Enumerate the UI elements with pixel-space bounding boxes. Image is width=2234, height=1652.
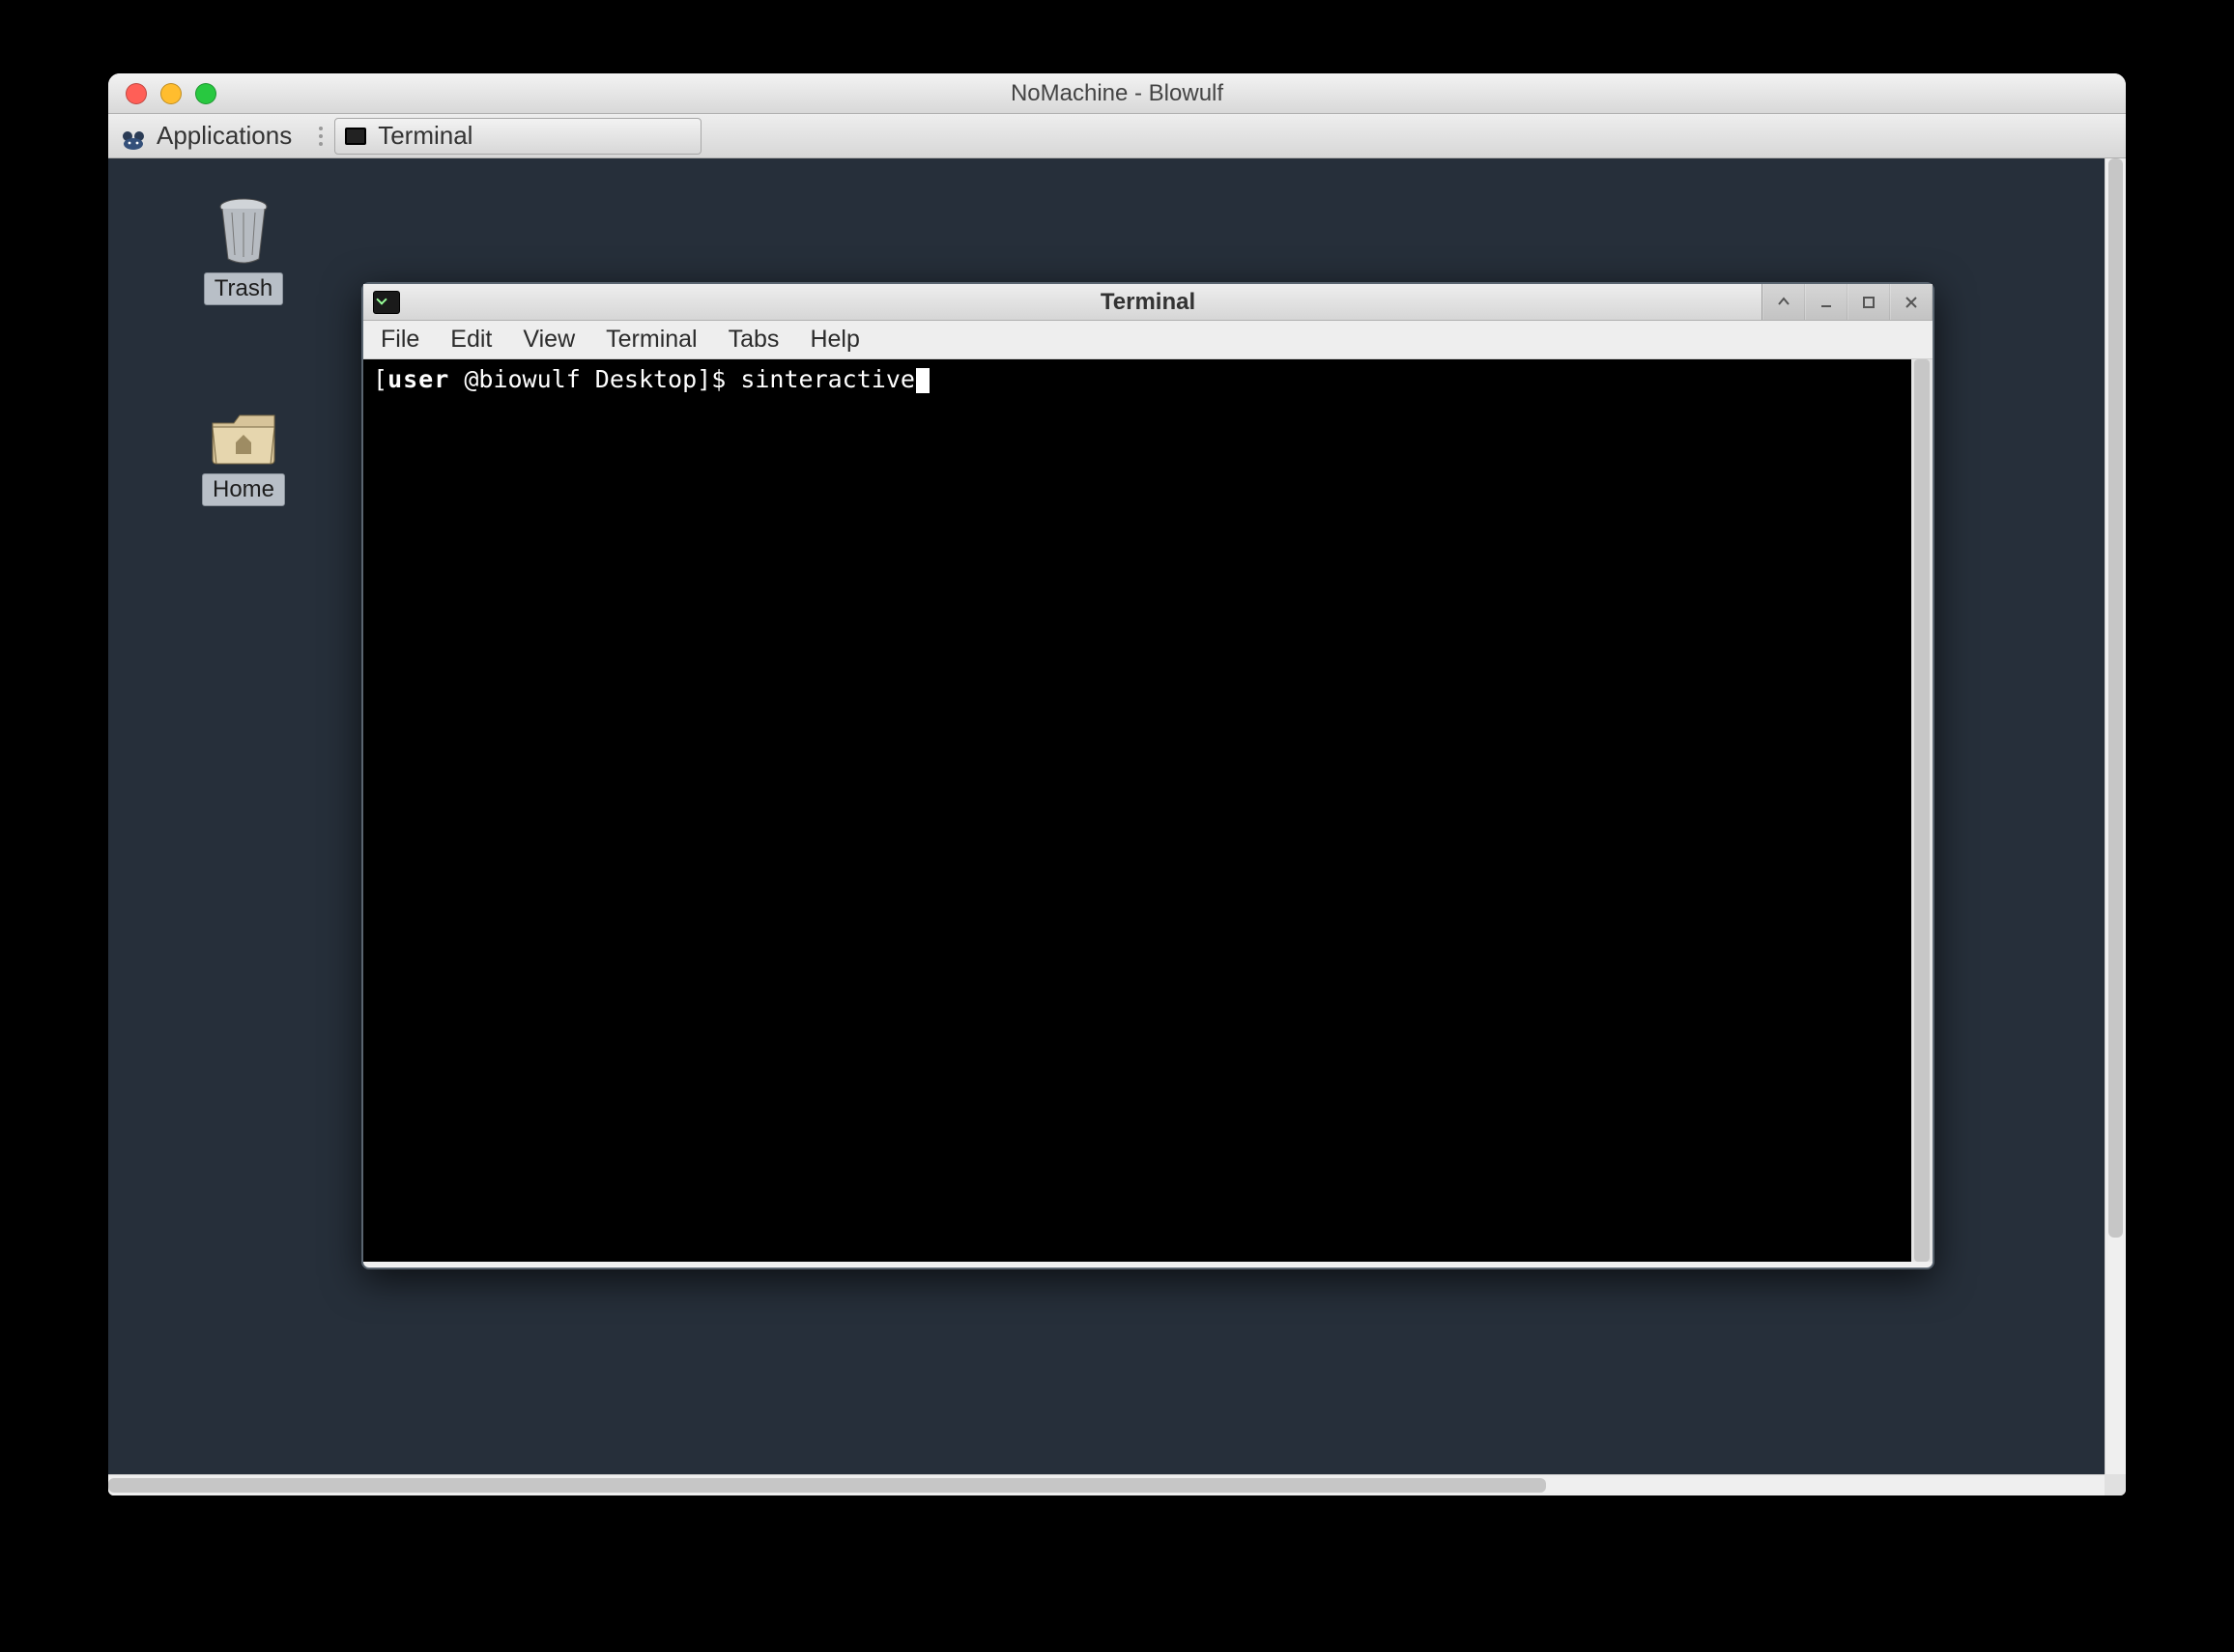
desktop-icon-trash[interactable]: Trash — [186, 197, 301, 305]
menu-edit[interactable]: Edit — [450, 326, 492, 354]
prompt-rest: @biowulf Desktop]$ — [464, 365, 740, 393]
xfce-taskbar: Applications Terminal — [108, 114, 2126, 158]
terminal-menubar: File Edit View Terminal Tabs Help — [363, 321, 1933, 359]
prompt-open: [ — [373, 365, 387, 393]
mac-titlebar[interactable]: NoMachine - Blowulf — [108, 73, 2126, 114]
cursor-icon — [916, 368, 930, 393]
taskbar-item-label: Terminal — [378, 121, 473, 151]
desktop-icon-home[interactable]: Home — [186, 410, 301, 506]
menu-help[interactable]: Help — [810, 326, 859, 354]
terminal-titlebar[interactable]: Terminal — [363, 284, 1933, 321]
terminal-line: [user @biowulf Desktop]$ sinteractive — [373, 365, 1909, 393]
taskbar-item-terminal[interactable]: Terminal — [334, 118, 702, 155]
home-folder-icon — [209, 410, 278, 466]
scrollbar-thumb[interactable] — [1914, 359, 1930, 1262]
menu-terminal[interactable]: Terminal — [606, 326, 697, 354]
scrollbar-thumb[interactable] — [108, 1478, 1546, 1493]
menu-view[interactable]: View — [523, 326, 575, 354]
mac-window-title: NoMachine - Blowulf — [108, 80, 2126, 107]
prompt-user: user — [387, 365, 449, 393]
nomachine-window: NoMachine - Blowulf Applications Termina… — [108, 73, 2126, 1495]
xfce-mouse-icon — [120, 127, 147, 146]
remote-desktop: Applications Terminal — [108, 114, 2126, 1495]
desktop-workspace[interactable]: Trash Home Terminal — [108, 158, 2105, 1474]
applications-menu-button[interactable]: Applications — [116, 118, 307, 155]
desktop-icon-label: Trash — [204, 272, 283, 305]
terminal-window: Terminal — [361, 282, 1934, 1269]
nomachine-scrollbar-horizontal[interactable] — [108, 1474, 2105, 1495]
nomachine-scrollbar-vertical[interactable] — [2105, 158, 2126, 1474]
desktop-icon-label: Home — [202, 473, 285, 506]
terminal-scrollbar[interactable] — [1911, 359, 1933, 1262]
menu-tabs[interactable]: Tabs — [729, 326, 780, 354]
applications-label: Applications — [157, 121, 292, 151]
taskbar-grip-icon[interactable] — [315, 127, 327, 146]
terminal-title: Terminal — [363, 289, 1933, 316]
terminal-body[interactable]: [user @biowulf Desktop]$ sinteractive — [363, 359, 1933, 1262]
menu-file[interactable]: File — [381, 326, 419, 354]
terminal-icon — [345, 128, 366, 145]
terminal-command: sinteractive — [740, 365, 915, 393]
trash-icon — [215, 197, 272, 265]
scrollbar-thumb[interactable] — [2108, 158, 2123, 1238]
